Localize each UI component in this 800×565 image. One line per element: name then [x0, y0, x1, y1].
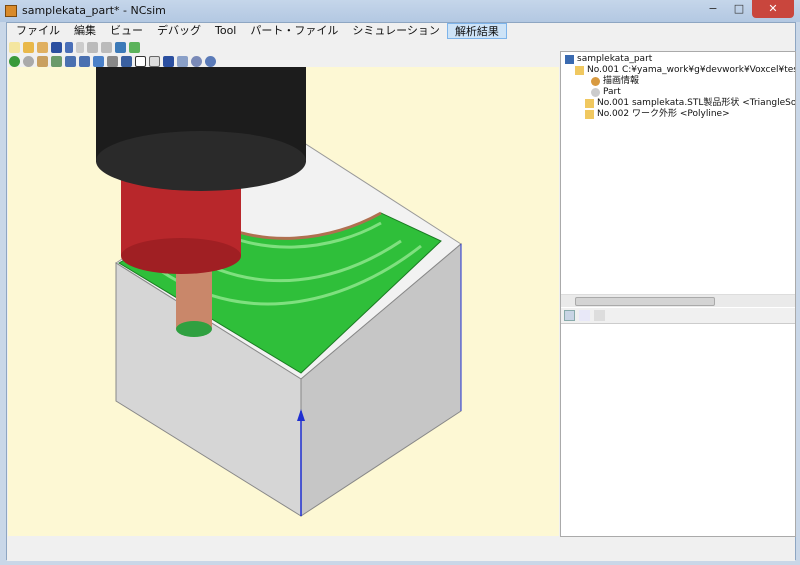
menu-edit[interactable]: 編集 [67, 23, 103, 39]
document-icon [565, 55, 574, 64]
save-icon[interactable] [51, 41, 62, 53]
view-select-icon[interactable] [51, 55, 62, 67]
fit-icon[interactable] [129, 41, 140, 53]
box2-icon[interactable] [149, 55, 160, 67]
main-window: ファイル 編集 ビュー デバッグ Tool パート・ファイル シミュレーション … [6, 22, 796, 561]
categorized-icon[interactable] [564, 310, 575, 321]
status-bar [7, 541, 795, 561]
menu-file[interactable]: ファイル [9, 23, 67, 39]
undo-icon[interactable] [65, 41, 73, 53]
box-icon[interactable] [135, 55, 146, 67]
python-icon[interactable] [115, 41, 126, 53]
save-view-icon[interactable] [163, 55, 174, 67]
toolbar-main [9, 40, 140, 54]
menu-bar: ファイル 編集 ビュー デバッグ Tool パート・ファイル シミュレーション … [7, 23, 795, 39]
tree-node[interactable]: Part [565, 87, 791, 98]
new-icon[interactable] [9, 41, 20, 53]
3d-viewport[interactable] [8, 67, 559, 536]
tree-node[interactable]: No.001 C:¥yama_work¥g¥devwork¥Voxcel¥tes… [565, 65, 795, 76]
settings-icon[interactable] [191, 55, 202, 67]
wireframe-icon[interactable] [107, 55, 118, 67]
render-info-icon [591, 77, 600, 86]
folder-icon [575, 66, 584, 75]
close-button[interactable]: ✕ [752, 0, 794, 18]
copy-icon[interactable] [177, 55, 188, 67]
menu-analysis-results[interactable]: 解析結果 [446, 23, 507, 39]
tree-node[interactable]: 描画情報 [565, 76, 791, 87]
home-icon[interactable] [37, 55, 48, 67]
part-icon [591, 88, 600, 97]
window-title: samplekata_part* - NCsim [22, 4, 166, 17]
scrollbar-thumb[interactable] [575, 297, 715, 306]
menu-view[interactable]: ビュー [103, 23, 150, 39]
stop-icon[interactable] [101, 41, 112, 53]
menu-debug[interactable]: デバッグ [150, 23, 208, 39]
anchor-icon[interactable] [205, 55, 216, 67]
menu-part-file[interactable]: パート・ファイル [243, 23, 345, 39]
document-icon[interactable] [87, 41, 98, 53]
menu-simulation[interactable]: シミュレーション [345, 23, 447, 39]
folder-icon [585, 99, 594, 108]
chuck-bottom [121, 238, 241, 274]
property-pages-icon[interactable] [594, 310, 605, 321]
spindle-bottom [96, 131, 306, 191]
open-icon[interactable] [23, 41, 34, 53]
menu-tool[interactable]: Tool [208, 23, 243, 39]
folder-icon [585, 110, 594, 119]
toolbar-view [9, 54, 216, 68]
tree-root[interactable]: samplekata_part [565, 54, 791, 65]
title-bar: samplekata_part* - NCsim − □ ✕ [0, 0, 800, 22]
tree-node[interactable]: No.002 ワーク外形 <Polyline> [565, 109, 791, 120]
simulation-scene [96, 67, 462, 517]
stop-circle-icon[interactable] [23, 55, 34, 67]
solid-icon[interactable] [121, 55, 132, 67]
tree-horizontal-scrollbar[interactable] [561, 294, 795, 307]
app-icon [5, 5, 17, 17]
view-back-icon[interactable] [79, 55, 90, 67]
sort-alpha-icon[interactable] [579, 310, 590, 321]
view-front-icon[interactable] [65, 55, 76, 67]
minimize-button[interactable]: − [700, 0, 726, 18]
tree-node[interactable]: No.001 samplekata.STL製品形状 <TriangleSoup> [565, 98, 795, 109]
tool-tip [176, 321, 212, 337]
open-recent-icon[interactable] [37, 41, 48, 53]
property-toolbar [561, 308, 795, 324]
maximize-button[interactable]: □ [726, 0, 752, 18]
right-panel: samplekata_part No.001 C:¥yama_work¥g¥de… [560, 51, 796, 537]
shaded-icon[interactable] [93, 55, 104, 67]
part-tree[interactable]: samplekata_part No.001 C:¥yama_work¥g¥de… [561, 52, 795, 294]
go-icon[interactable] [9, 55, 20, 67]
redo-icon[interactable] [76, 41, 84, 53]
